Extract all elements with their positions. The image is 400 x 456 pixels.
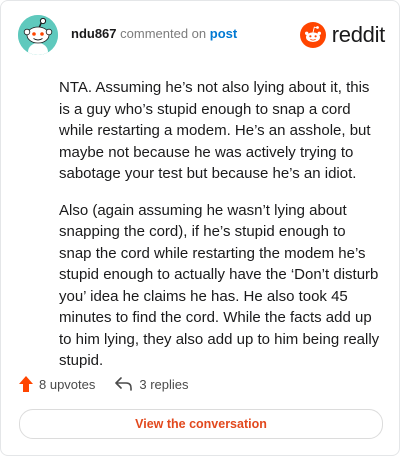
upvote-arrow-icon	[19, 376, 33, 392]
replies-action[interactable]: 3 replies	[115, 376, 189, 392]
comment-paragraph-1: NTA. Assuming he’s not also lying about …	[59, 79, 371, 182]
comment-header: ndu867 commented on post reddit	[18, 15, 385, 55]
username[interactable]: ndu867	[71, 26, 117, 41]
snoo-avatar-icon	[18, 15, 58, 55]
post-link[interactable]: post	[210, 26, 237, 41]
replies-count: 3 replies	[139, 376, 189, 392]
upvotes-count: 8 upvotes	[39, 376, 96, 392]
reddit-comment-card: ndu867 commented on post reddit NTA. Ass…	[0, 0, 400, 456]
comment-meta: ndu867 commented on post	[71, 26, 237, 42]
reddit-logo-icon	[299, 22, 326, 48]
reddit-wordmark: reddit	[331, 22, 386, 47]
commented-on-text: commented on	[120, 26, 207, 41]
user-avatar[interactable]	[18, 15, 58, 55]
comment-actions: 8 upvotes 3 replies	[19, 373, 209, 395]
view-conversation-button[interactable]: View the conversation	[19, 409, 383, 439]
upvotes-action[interactable]: 8 upvotes	[19, 376, 95, 392]
reply-arrow-icon	[115, 377, 133, 391]
comment-body: NTA. Assuming he’s not also lying about …	[59, 77, 381, 387]
comment-paragraph-2: Also (again assuming he wasn’t lying abo…	[59, 201, 380, 370]
reddit-brand[interactable]: reddit	[299, 21, 386, 49]
